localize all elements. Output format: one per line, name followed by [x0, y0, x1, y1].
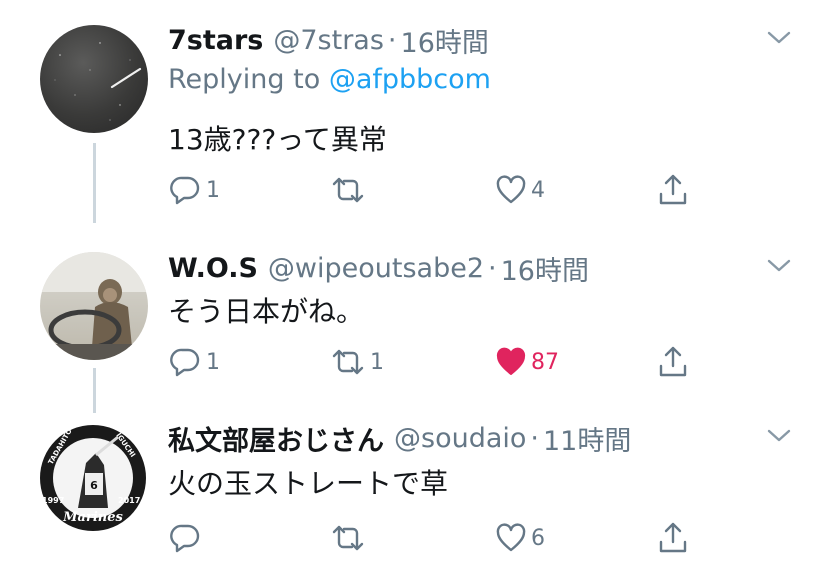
tweet-actions: 6 [168, 518, 708, 558]
like-button[interactable]: 4 [495, 170, 545, 210]
tweet-2[interactable]: W.O.S @wipeoutsabe2 · 16時間 そう日本がね。 1 1 8… [0, 248, 828, 418]
share-icon [659, 346, 687, 377]
tweet-text: 火の玉ストレートで草 [168, 467, 449, 500]
retweet-button[interactable] [330, 170, 370, 210]
like-button[interactable]: 87 [495, 342, 559, 382]
thread-line [93, 143, 96, 223]
like-count: 6 [531, 525, 545, 551]
share-icon [659, 522, 687, 553]
like-count: 87 [531, 349, 559, 375]
meteor-icon [54, 42, 142, 121]
share-button[interactable] [656, 342, 690, 382]
tweet-3[interactable]: 6 TADAHITO IGUCHI 1997 2017 Marines 私文部屋… [0, 418, 828, 565]
chevron-down-icon[interactable] [766, 256, 792, 276]
tweet-text: 13歳???って異常 [168, 123, 387, 156]
display-name[interactable]: 私文部屋おじさん [168, 419, 384, 458]
replying-to-label: Replying to [168, 64, 321, 95]
reply-icon [170, 524, 200, 553]
thread-line [93, 368, 96, 413]
badge-year-left: 1997 [42, 496, 64, 505]
retweet-icon [332, 349, 364, 375]
marines-badge-icon: 6 TADAHITO IGUCHI 1997 2017 Marines [40, 425, 146, 531]
share-button[interactable] [656, 170, 690, 210]
avatar-7stars[interactable] [40, 25, 148, 133]
heart-icon [496, 175, 526, 204]
separator-dot: · [530, 422, 539, 454]
chevron-down-icon[interactable] [766, 28, 792, 48]
display-name[interactable]: W.O.S [168, 253, 258, 284]
replying-to: Replying to @afpbbcom [168, 64, 491, 95]
reply-icon [170, 348, 200, 377]
tweet-text: そう日本がね。 [168, 295, 365, 328]
tweet-actions: 1 4 [168, 170, 708, 210]
retweet-count: 1 [370, 349, 384, 375]
handle[interactable]: @wipeoutsabe2 [268, 253, 484, 284]
handle[interactable]: @soudaio [394, 423, 526, 454]
separator-dot: · [488, 252, 497, 284]
reply-button[interactable]: 1 [168, 342, 220, 382]
tweet-actions: 1 1 87 [168, 342, 708, 382]
reply-icon [170, 176, 200, 205]
badge-number: 6 [90, 479, 98, 492]
avatar-soudaio[interactable]: 6 TADAHITO IGUCHI 1997 2017 Marines [38, 423, 148, 533]
reply-button[interactable] [168, 518, 206, 558]
badge-year-right: 2017 [118, 496, 140, 505]
separator-dot: · [387, 24, 397, 56]
like-button[interactable]: 6 [495, 518, 545, 558]
chevron-down-icon[interactable] [766, 426, 792, 446]
share-icon [659, 174, 687, 205]
timestamp[interactable]: 16時間 [501, 249, 589, 288]
reply-count: 1 [206, 177, 220, 203]
retweet-icon [332, 525, 364, 551]
like-count: 4 [531, 177, 545, 203]
reply-count: 1 [206, 349, 220, 375]
heart-filled-icon [496, 347, 526, 375]
heart-icon [496, 523, 526, 552]
retweet-button[interactable] [330, 518, 370, 558]
monkey-driving-icon [40, 252, 148, 360]
retweet-button[interactable]: 1 [330, 342, 384, 382]
tweet-1[interactable]: 7stars @7stras · 16時間 Replying to @afpbb… [0, 20, 828, 223]
retweet-icon [332, 177, 364, 203]
display-name[interactable]: 7stars [168, 25, 263, 56]
timestamp[interactable]: 16時間 [401, 21, 489, 60]
replying-to-mention[interactable]: @afpbbcom [329, 64, 491, 95]
reply-button[interactable]: 1 [168, 170, 220, 210]
handle[interactable]: @7stras [273, 25, 384, 56]
share-button[interactable] [656, 518, 690, 558]
avatar-wos[interactable] [40, 252, 148, 360]
timestamp[interactable]: 11時間 [543, 419, 631, 458]
badge-team: Marines [62, 510, 123, 525]
